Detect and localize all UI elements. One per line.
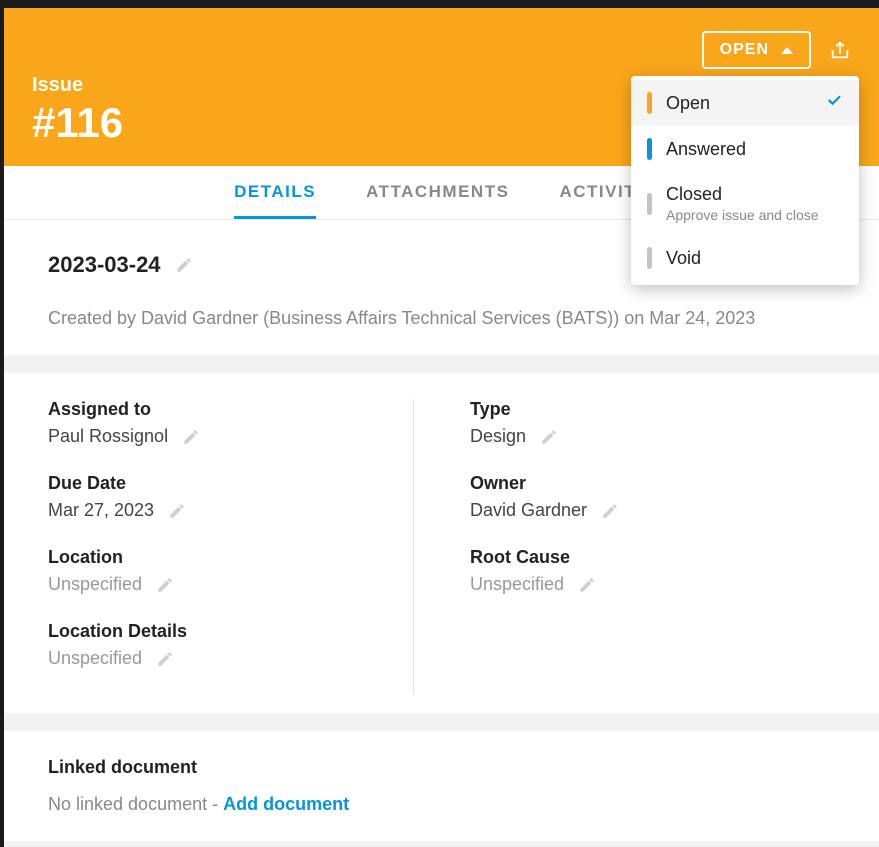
- status-color-icon: [647, 247, 652, 269]
- status-dropdown-menu: Open Answered Closed Approve issue and c…: [631, 76, 859, 285]
- pencil-icon[interactable]: [578, 576, 596, 594]
- add-document-link[interactable]: Add document: [223, 794, 349, 814]
- field-label: Root Cause: [470, 547, 805, 568]
- type-value: Design: [470, 426, 526, 447]
- location-value: Unspecified: [48, 574, 142, 595]
- pencil-icon[interactable]: [601, 502, 619, 520]
- created-by-text: Created by David Gardner (Business Affai…: [48, 308, 835, 329]
- pencil-icon[interactable]: [182, 428, 200, 446]
- field-label: Due Date: [48, 473, 383, 494]
- caret-up-icon: [781, 47, 793, 54]
- details-section: Assigned to Paul Rossignol Due Date Mar …: [4, 373, 879, 713]
- status-option-label: Open: [666, 93, 710, 114]
- pencil-icon[interactable]: [175, 256, 193, 274]
- field-label: Type: [470, 399, 805, 420]
- status-label: OPEN: [720, 41, 769, 59]
- location-details-value: Unspecified: [48, 648, 142, 669]
- due-date-value: Mar 27, 2023: [48, 500, 154, 521]
- issue-header: OPEN Issue #116 Open: [4, 8, 879, 166]
- pencil-icon[interactable]: [156, 650, 174, 668]
- assigned-to-value: Paul Rossignol: [48, 426, 168, 447]
- status-option-label: Answered: [666, 139, 746, 160]
- field-label: Owner: [470, 473, 805, 494]
- issue-title: 2023-03-24: [48, 252, 161, 278]
- root-cause-value: Unspecified: [470, 574, 564, 595]
- status-color-icon: [647, 138, 652, 160]
- tab-details[interactable]: DETAILS: [234, 166, 316, 219]
- check-icon: [825, 91, 843, 115]
- status-color-icon: [647, 193, 652, 215]
- linked-document-text: No linked document - Add document: [48, 794, 835, 815]
- no-linked-text: No linked document -: [48, 794, 223, 814]
- linked-document-section: Linked document No linked document - Add…: [4, 731, 879, 841]
- status-option-closed[interactable]: Closed Approve issue and close: [631, 172, 859, 235]
- status-option-answered[interactable]: Answered: [631, 126, 859, 172]
- status-option-label: Void: [666, 248, 701, 269]
- share-icon[interactable]: [829, 39, 851, 61]
- details-col-left: Assigned to Paul Rossignol Due Date Mar …: [48, 399, 413, 695]
- status-option-sublabel: Approve issue and close: [666, 207, 819, 223]
- owner-value: David Gardner: [470, 500, 587, 521]
- details-col-right: Type Design Owner David Gardner: [413, 399, 835, 695]
- field-label: Location: [48, 547, 383, 568]
- pencil-icon[interactable]: [168, 502, 186, 520]
- pencil-icon[interactable]: [156, 576, 174, 594]
- status-option-void[interactable]: Void: [631, 235, 859, 281]
- pencil-icon[interactable]: [540, 428, 558, 446]
- status-color-icon: [647, 92, 652, 114]
- linked-document-title: Linked document: [48, 757, 835, 778]
- content-scroll[interactable]: 2023-03-24 Created by David Gardner (Bus…: [4, 220, 879, 847]
- status-option-label: Closed: [666, 184, 819, 205]
- field-label: Location Details: [48, 621, 383, 642]
- status-dropdown-button[interactable]: OPEN: [702, 31, 811, 69]
- tab-attachments[interactable]: ATTACHMENTS: [366, 166, 509, 219]
- field-label: Assigned to: [48, 399, 383, 420]
- status-option-open[interactable]: Open: [631, 80, 859, 126]
